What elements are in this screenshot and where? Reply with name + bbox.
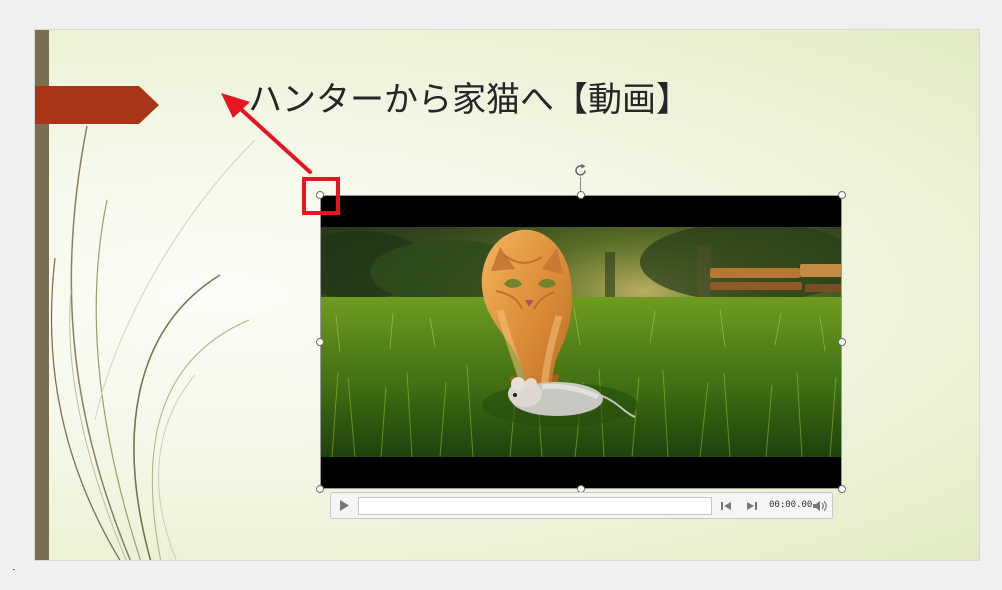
kitten-video-frame[interactable] — [320, 227, 842, 457]
play-icon[interactable] — [334, 496, 354, 515]
title-accent-tab — [35, 86, 159, 124]
canvas-corner-mark — [13, 569, 15, 570]
resize-handle-middle-left[interactable] — [316, 338, 324, 346]
resize-handle-top-right[interactable] — [838, 191, 846, 199]
rotate-icon[interactable] — [572, 162, 589, 179]
slide-editor-canvas: ハンターから家猫へ【動画】 00:00.00 — [0, 0, 1002, 590]
resize-handle-bottom-left[interactable] — [316, 485, 324, 493]
time-readout: 00:00.00 — [769, 500, 813, 510]
resize-handle-bottom-right[interactable] — [838, 485, 846, 493]
resize-handle-top-center[interactable] — [577, 191, 585, 199]
video-frame[interactable] — [320, 195, 842, 489]
video-object[interactable] — [302, 163, 846, 493]
top-left-handle-highlight-box — [302, 177, 340, 215]
presentation-slide[interactable]: ハンターから家猫へ【動画】 00:00.00 — [34, 29, 980, 561]
annotation-arrow-icon — [221, 93, 312, 174]
step-back-icon[interactable] — [719, 501, 733, 511]
resize-handle-middle-right[interactable] — [838, 338, 846, 346]
progress-track[interactable] — [358, 497, 712, 515]
volume-icon[interactable] — [812, 499, 828, 513]
video-player-controls[interactable]: 00:00.00 — [330, 492, 833, 519]
step-forward-icon[interactable] — [745, 501, 759, 511]
